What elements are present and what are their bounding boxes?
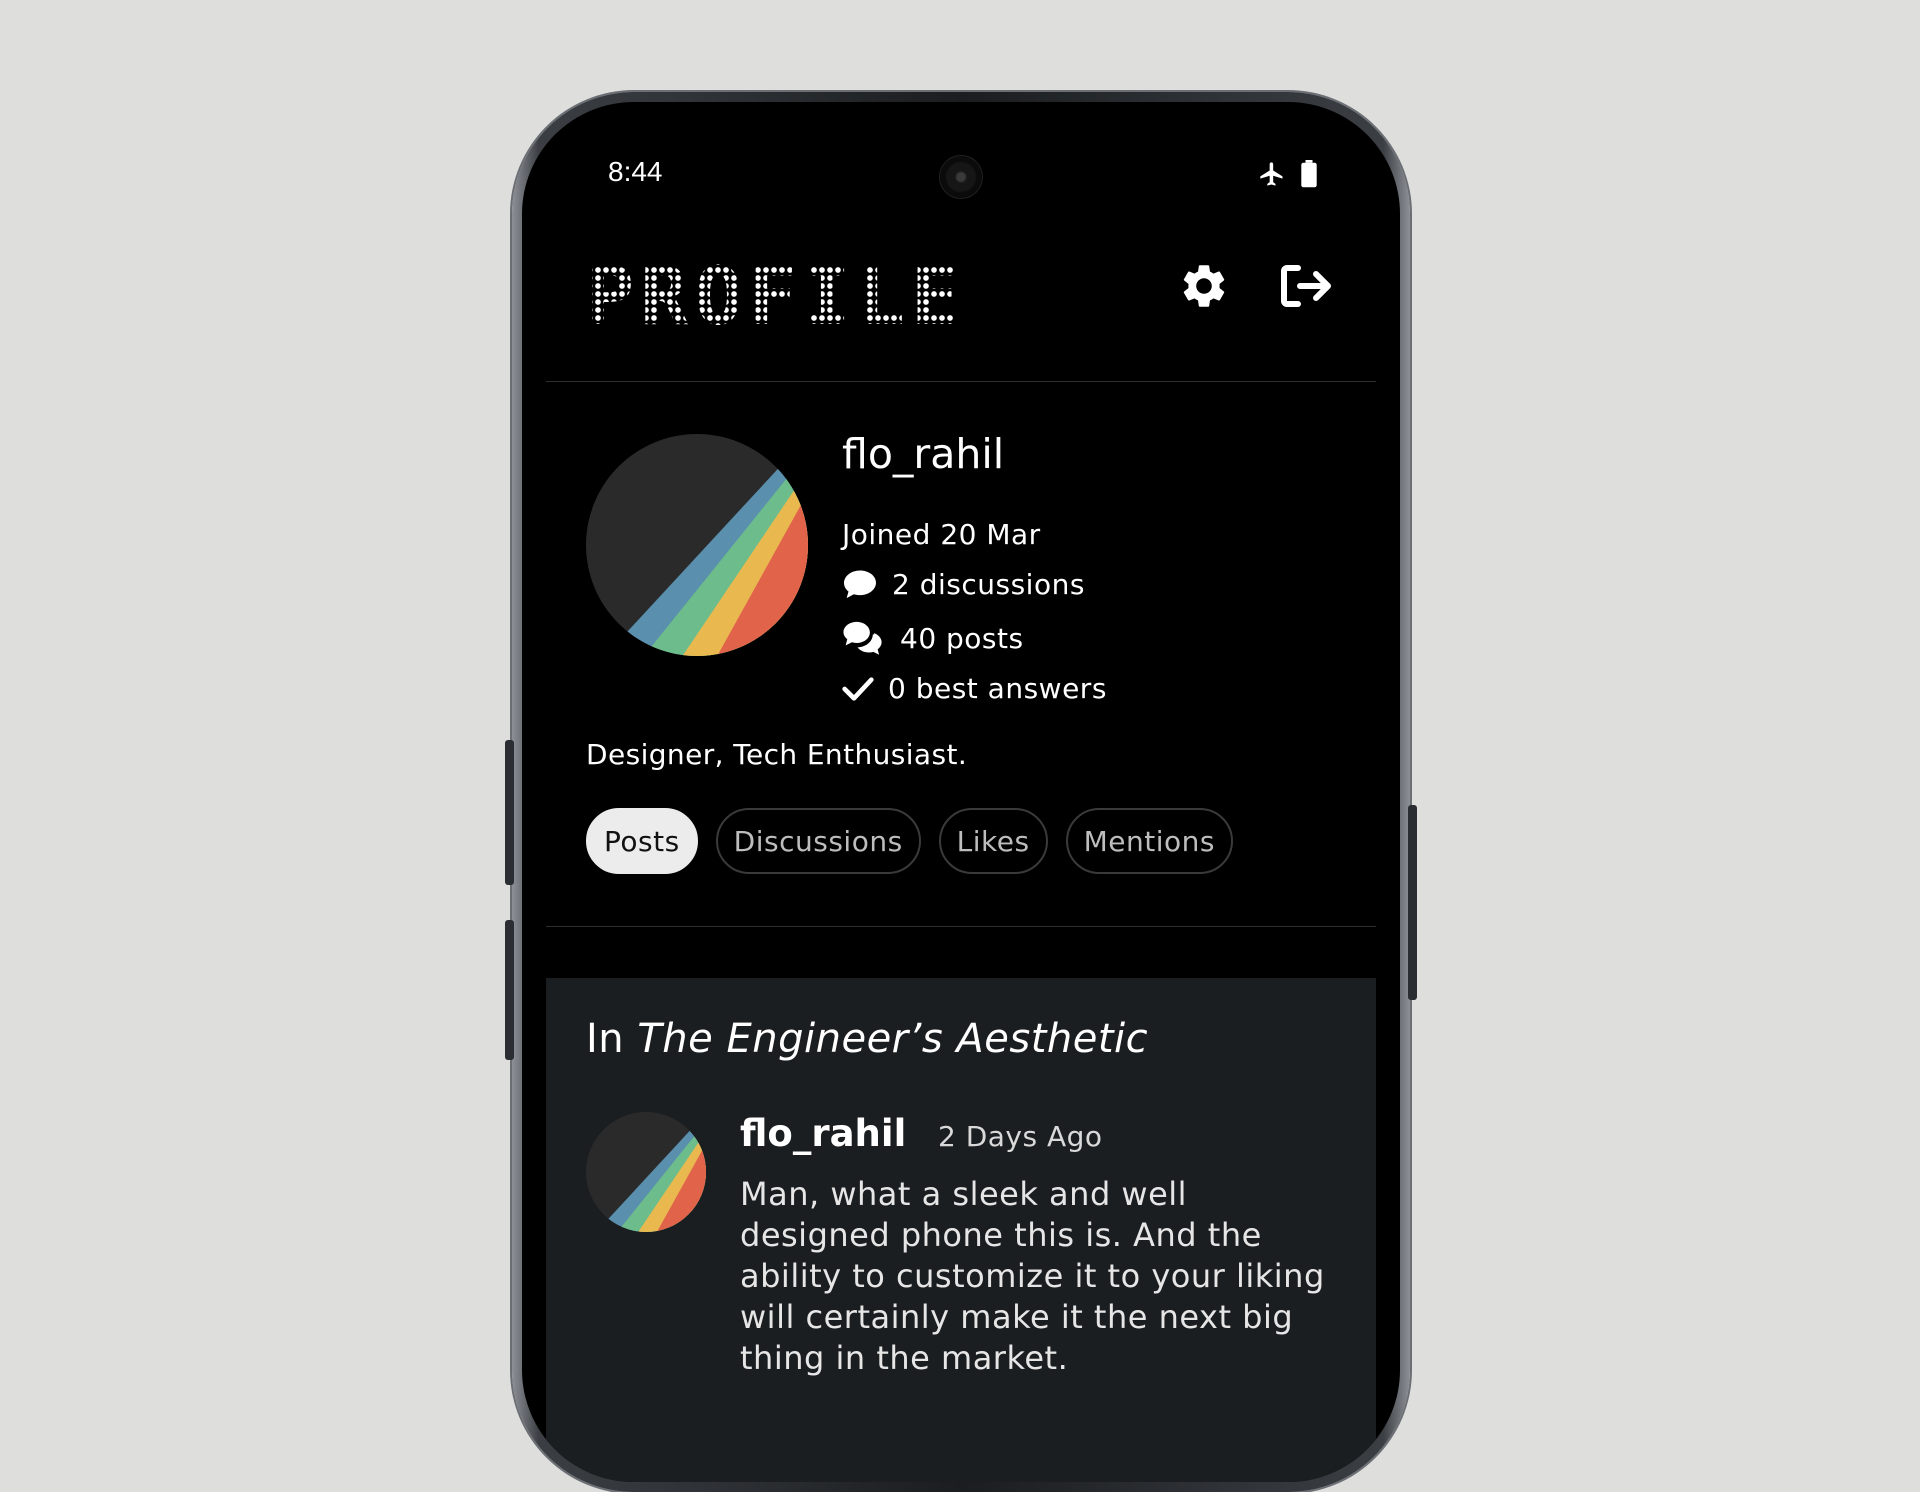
- discussions-label: 2 discussions: [892, 568, 1085, 601]
- post-author[interactable]: flo_rahil: [740, 1112, 906, 1155]
- power-button: [1408, 805, 1417, 1000]
- volume-down-button: [505, 920, 514, 1060]
- post-timestamp: 2 Days Ago: [938, 1120, 1103, 1153]
- profile-username: flo_rahil: [842, 430, 1005, 478]
- tab-mentions[interactable]: Mentions: [1065, 808, 1233, 874]
- header-divider: [546, 381, 1376, 382]
- profile-bio: Designer, Tech Enthusiast.: [586, 738, 968, 771]
- speech-bubble-icon: [844, 569, 876, 598]
- post-discussion-title: The Engineer’s Aesthetic: [637, 1016, 1149, 1062]
- checkmark-icon: [842, 676, 874, 701]
- best-answers-count: 0 best answers: [842, 672, 1107, 705]
- logout-button[interactable]: [1274, 254, 1338, 318]
- best-answers-label: 0 best answers: [888, 672, 1107, 705]
- phone-screen: 8:44 PROFILE flo_rahil Joined 20 Mar 2 d…: [522, 102, 1400, 1482]
- logout-icon: [1281, 265, 1331, 307]
- post-body: Man, what a sleek and well designed phon…: [740, 1175, 1325, 1377]
- posts-count: 40 posts: [842, 620, 1024, 656]
- tab-likes[interactable]: Likes: [938, 808, 1048, 874]
- page-title: PROFILE: [586, 250, 966, 343]
- joined-date: Joined 20 Mar: [842, 518, 1041, 551]
- volume-up-button: [505, 740, 514, 885]
- front-camera: [940, 156, 982, 198]
- settings-button[interactable]: [1172, 254, 1236, 318]
- comments-icon: [843, 621, 882, 655]
- status-icons: [1258, 160, 1318, 192]
- joined-label: Joined 20 Mar: [842, 518, 1041, 551]
- tab-discussions[interactable]: Discussions: [715, 808, 921, 874]
- profile-tabs: Posts Discussions Likes Mentions: [586, 808, 1233, 874]
- discussions-count: 2 discussions: [842, 568, 1085, 601]
- status-time: 8:44: [608, 156, 663, 187]
- gear-icon: [1183, 265, 1225, 307]
- posts-label: 40 posts: [900, 621, 1024, 655]
- post-card[interactable]: In The Engineer’s Aesthetic flo_rahil 2 …: [546, 978, 1376, 1482]
- battery-icon: [1300, 160, 1318, 192]
- post-discussion-prefix: In: [586, 1016, 625, 1062]
- tab-posts[interactable]: Posts: [586, 808, 698, 874]
- airplane-mode-icon: [1258, 160, 1286, 192]
- post-author-avatar[interactable]: [586, 1112, 706, 1232]
- tabs-divider: [546, 926, 1376, 927]
- avatar: [586, 434, 808, 656]
- post-discussion-heading[interactable]: In The Engineer’s Aesthetic: [586, 1016, 1148, 1062]
